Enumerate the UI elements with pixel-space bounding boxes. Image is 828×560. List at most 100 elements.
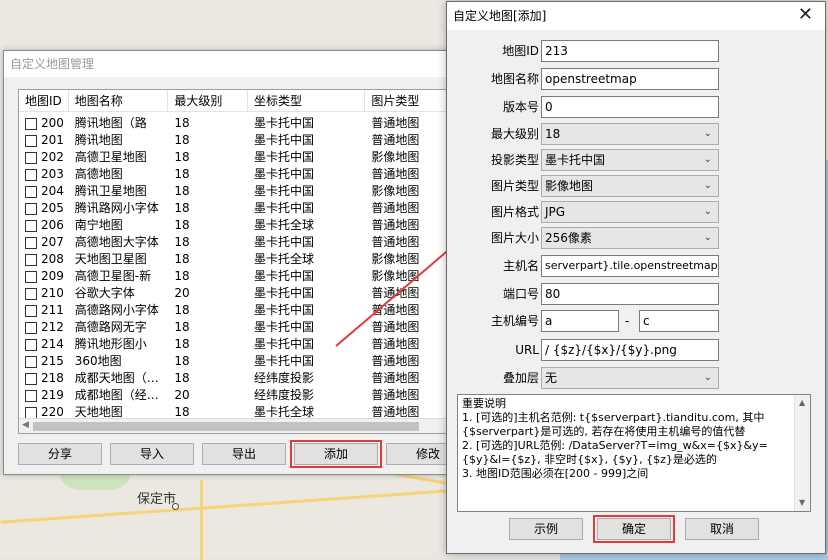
close-icon[interactable]: ✕ bbox=[798, 5, 813, 25]
row-checkbox[interactable] bbox=[25, 406, 37, 419]
share-button[interactable]: 分享 bbox=[18, 443, 102, 465]
import-button[interactable]: 导入 bbox=[110, 443, 194, 465]
row-id: 209 bbox=[41, 269, 64, 283]
chevron-down-icon: ⌄ bbox=[703, 372, 712, 383]
table-row[interactable]: 203 高德地图 18 墨卡托中国 普通地图 bbox=[19, 166, 449, 183]
row-id: 202 bbox=[41, 150, 64, 164]
scrollbar-thumb[interactable] bbox=[33, 422, 419, 431]
row-checkbox[interactable] bbox=[25, 253, 37, 266]
overlay-label: 叠加层 bbox=[502, 371, 539, 385]
row-checkbox[interactable] bbox=[25, 270, 37, 283]
port-input[interactable]: 80 bbox=[541, 283, 719, 305]
table-row[interactable]: 209 高德卫星图-新 18 墨卡托中国 影像地图 bbox=[19, 268, 449, 285]
row-level: 18 bbox=[174, 252, 190, 266]
row-checkbox[interactable] bbox=[25, 117, 37, 130]
row-coord: 经纬度投影 bbox=[253, 371, 314, 385]
host-index-from-input[interactable]: a bbox=[541, 310, 619, 332]
row-id: 201 bbox=[41, 133, 64, 147]
notes-scrollbar[interactable]: ▲ ▼ bbox=[794, 395, 810, 511]
host-index-to-input[interactable]: c bbox=[639, 310, 719, 332]
table-row[interactable]: 215 360地图 18 墨卡托中国 普通地图 bbox=[19, 353, 449, 370]
row-checkbox[interactable] bbox=[25, 304, 37, 317]
chevron-down-icon: ⌄ bbox=[703, 128, 712, 139]
overlay-select[interactable]: 无 ⌄ bbox=[541, 367, 719, 389]
row-id: 203 bbox=[41, 167, 64, 181]
row-checkbox[interactable] bbox=[25, 185, 37, 198]
version-input[interactable]: 0 bbox=[541, 96, 719, 118]
chevron-down-icon: ⌄ bbox=[703, 232, 712, 243]
column-header-imgtype[interactable]: 图片类型 bbox=[365, 90, 449, 111]
table-row[interactable]: 200 腾讯地图（路 18 墨卡托中国 普通地图 bbox=[19, 115, 449, 132]
row-checkbox[interactable] bbox=[25, 287, 37, 300]
row-name: 高德地图大字体 bbox=[74, 235, 159, 249]
example-button[interactable]: 示例 bbox=[509, 518, 583, 540]
cancel-button[interactable]: 取消 bbox=[685, 518, 759, 540]
row-name: 腾讯路网小字体 bbox=[74, 201, 159, 215]
table-row[interactable]: 219 成都地图（经… 20 经纬度投影 普通地图 bbox=[19, 387, 449, 404]
row-level: 18 bbox=[174, 269, 190, 283]
table-row[interactable]: 208 天地图卫星图 18 墨卡托全球 影像地图 bbox=[19, 251, 449, 268]
row-name: 腾讯卫星地图 bbox=[74, 184, 147, 198]
image-size-select[interactable]: 256像素 ⌄ bbox=[541, 227, 719, 249]
row-level: 20 bbox=[174, 388, 190, 402]
row-coord: 经纬度投影 bbox=[253, 388, 314, 402]
map-id-input[interactable]: 213 bbox=[541, 40, 719, 62]
row-imgtype: 普通地图 bbox=[371, 303, 420, 317]
row-checkbox[interactable] bbox=[25, 134, 37, 147]
notes-textarea[interactable]: 重要说明 1. [可选的]主机名范例: t{$serverpart}.tiand… bbox=[457, 394, 811, 512]
row-id-cell: 207 bbox=[19, 234, 69, 251]
column-header-level[interactable]: 最大级别 bbox=[168, 90, 248, 111]
table-row[interactable]: 210 谷歌大字体 20 墨卡托中国 普通地图 bbox=[19, 285, 449, 302]
row-checkbox[interactable] bbox=[25, 168, 37, 181]
row-checkbox[interactable] bbox=[25, 236, 37, 249]
scroll-down-icon[interactable]: ▼ bbox=[799, 496, 805, 510]
scroll-left-icon[interactable]: ◀ bbox=[22, 420, 29, 430]
image-format-value: JPG bbox=[545, 205, 566, 219]
row-imgtype: 普通地图 bbox=[371, 201, 420, 215]
table-row[interactable]: 211 高德路网小字体 18 墨卡托中国 普通地图 bbox=[19, 302, 449, 319]
column-header-id[interactable]: 地图ID bbox=[19, 90, 69, 111]
row-name: 高德卫星地图 bbox=[74, 150, 147, 164]
image-format-select[interactable]: JPG ⌄ bbox=[541, 201, 719, 223]
row-imgtype: 普通地图 bbox=[371, 371, 420, 385]
table-row[interactable]: 205 腾讯路网小字体 18 墨卡托中国 普通地图 bbox=[19, 200, 449, 217]
row-coord: 墨卡托中国 bbox=[253, 269, 314, 283]
row-name: 360地图 bbox=[74, 354, 122, 368]
table-row[interactable]: 202 高德卫星地图 18 墨卡托中国 影像地图 bbox=[19, 149, 449, 166]
row-checkbox[interactable] bbox=[25, 355, 37, 368]
image-type-select[interactable]: 影像地图 ⌄ bbox=[541, 175, 719, 197]
row-name: 腾讯地图（路 bbox=[74, 116, 147, 130]
notes-line-1: 1. [可选的]主机名范例: t{$serverpart}.tianditu.c… bbox=[462, 411, 765, 438]
row-id: 215 bbox=[41, 354, 64, 368]
export-button[interactable]: 导出 bbox=[202, 443, 286, 465]
row-checkbox[interactable] bbox=[25, 338, 37, 351]
map-name-input[interactable]: openstreetmap bbox=[541, 68, 719, 90]
row-checkbox[interactable] bbox=[25, 151, 37, 164]
table-row[interactable]: 206 南宁地图 18 墨卡托全球 普通地图 bbox=[19, 217, 449, 234]
row-name: 成都地图（经… bbox=[74, 388, 159, 402]
projection-value: 墨卡托中国 bbox=[545, 153, 606, 167]
column-header-name[interactable]: 地图名称 bbox=[69, 90, 169, 111]
row-checkbox[interactable] bbox=[25, 372, 37, 385]
table-row[interactable]: 204 腾讯卫星地图 18 墨卡托中国 影像地图 bbox=[19, 183, 449, 200]
host-index-separator: - bbox=[625, 314, 630, 328]
projection-select[interactable]: 墨卡托中国 ⌄ bbox=[541, 149, 719, 171]
table-row[interactable]: 207 高德地图大字体 18 墨卡托中国 普通地图 bbox=[19, 234, 449, 251]
host-input[interactable]: serverpart}.tile.openstreetmap.org bbox=[541, 255, 719, 277]
row-checkbox[interactable] bbox=[25, 202, 37, 215]
table-row[interactable]: 218 成都天地图（… 18 经纬度投影 普通地图 bbox=[19, 370, 449, 387]
table-row[interactable]: 214 腾讯地形图小 18 墨卡托中国 普通地图 bbox=[19, 336, 449, 353]
url-input[interactable]: / {$z}/{$x}/{$y}.png bbox=[541, 339, 719, 361]
row-level: 18 bbox=[174, 235, 190, 249]
horizontal-scrollbar[interactable]: ◀ bbox=[19, 418, 449, 433]
map-name-label: 地图名称 bbox=[490, 72, 539, 86]
row-checkbox[interactable] bbox=[25, 219, 37, 232]
row-id: 219 bbox=[41, 388, 64, 402]
scroll-up-icon[interactable]: ▲ bbox=[799, 396, 805, 410]
row-checkbox[interactable] bbox=[25, 321, 37, 334]
row-checkbox[interactable] bbox=[25, 389, 37, 402]
column-header-coord[interactable]: 坐标类型 bbox=[248, 90, 366, 111]
max-level-select[interactable]: 18 ⌄ bbox=[541, 123, 719, 145]
table-row[interactable]: 212 高德路网无字 18 墨卡托中国 普通地图 bbox=[19, 319, 449, 336]
table-row[interactable]: 201 腾讯地图 18 墨卡托中国 普通地图 bbox=[19, 132, 449, 149]
